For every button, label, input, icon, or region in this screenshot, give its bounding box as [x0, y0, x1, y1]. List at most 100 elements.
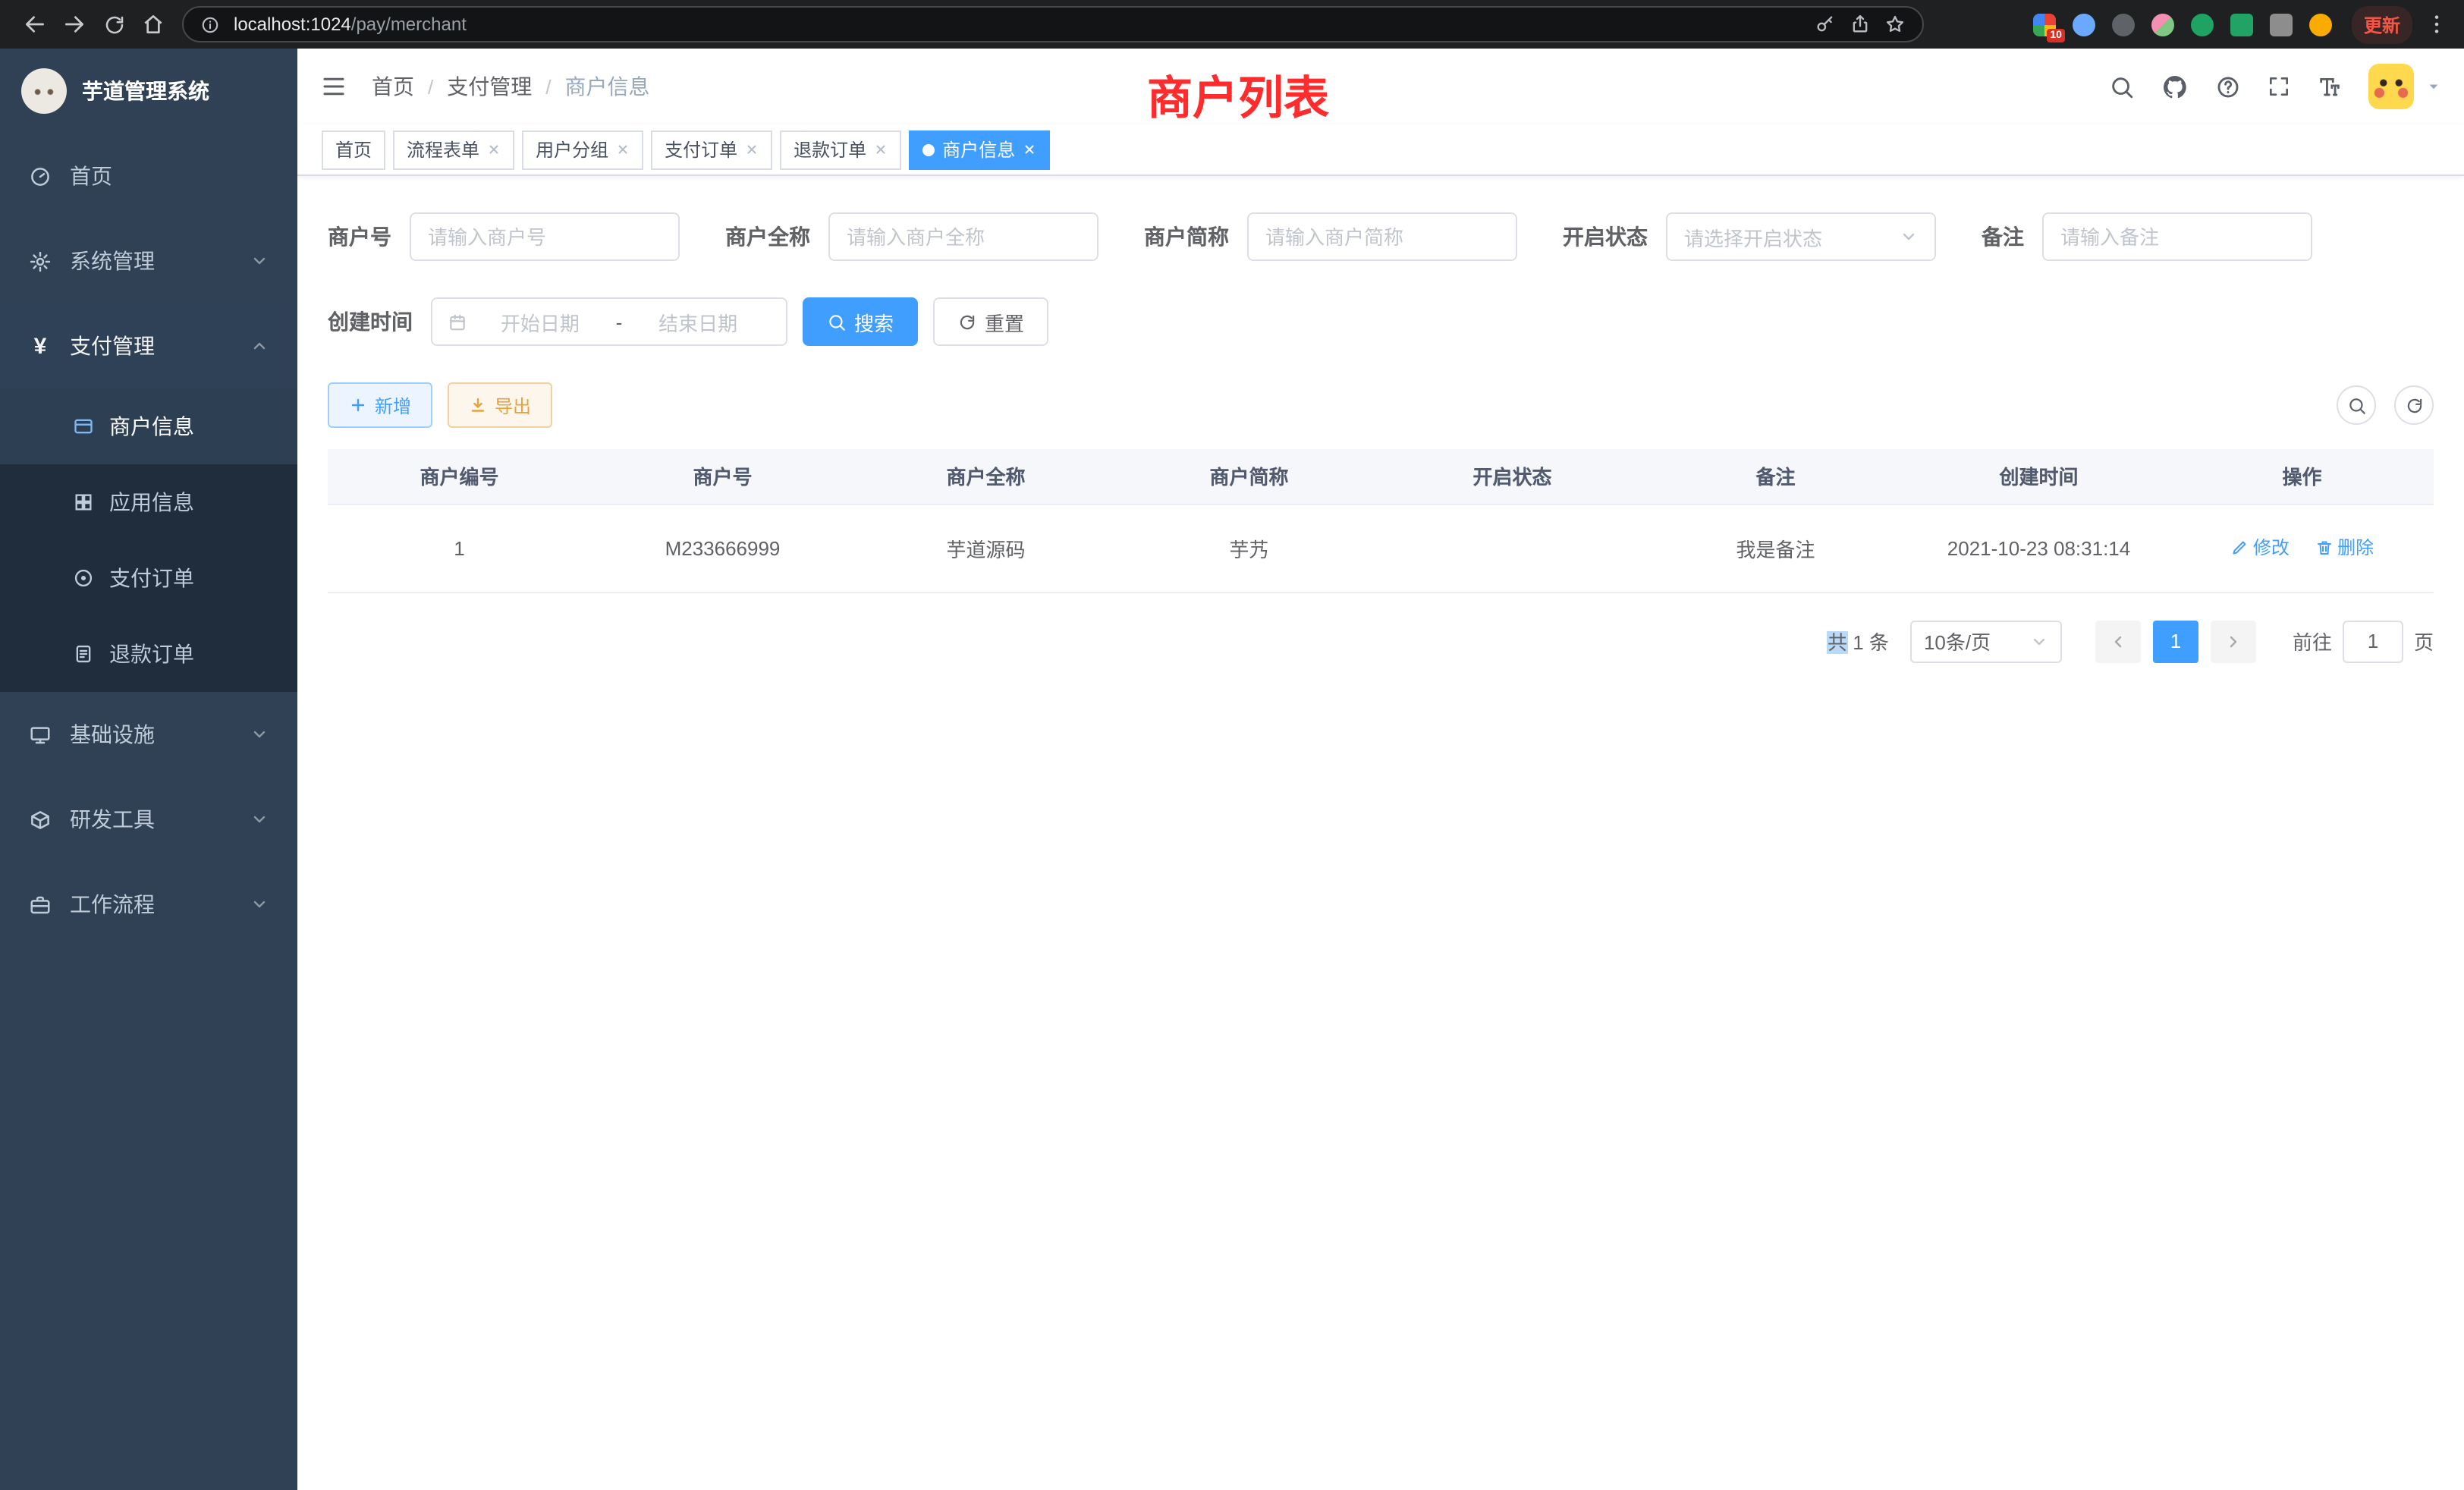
extension-icon[interactable] — [2151, 13, 2174, 36]
page-unit-label: 页 — [2414, 627, 2434, 655]
remark-input[interactable] — [2060, 225, 2294, 248]
tab-user-group[interactable]: 用户分组 — [522, 130, 643, 169]
delete-link-label: 删除 — [2337, 535, 2374, 561]
browser-menu-icon[interactable] — [2425, 12, 2449, 36]
app-logo[interactable]: 芋道管理系统 — [0, 49, 297, 134]
page-size-select[interactable]: 10条/页 — [1910, 620, 2062, 662]
tab-merchant-info[interactable]: 商户信息 — [909, 130, 1050, 169]
merchant-no-input[interactable] — [428, 225, 662, 248]
filter-full-name: 商户全称 — [725, 212, 1098, 261]
table-header-row: 商户编号 商户号 商户全称 商户简称 开启状态 备注 创建时间 操作 — [328, 449, 2434, 504]
breadcrumb-separator: / — [428, 75, 433, 98]
user-avatar[interactable] — [2368, 64, 2414, 109]
tab-home[interactable]: 首页 — [322, 130, 385, 169]
close-icon[interactable] — [745, 143, 759, 156]
address-bar[interactable]: localhost:1024/pay/merchant — [182, 6, 1924, 42]
col-status: 开启状态 — [1381, 449, 1644, 504]
back-button[interactable] — [15, 5, 55, 44]
create-time-range-picker[interactable]: 开始日期 - 结束日期 — [431, 297, 787, 346]
extension-icon[interactable] — [2309, 13, 2332, 36]
sidebar-item-label: 基础设施 — [70, 719, 155, 750]
edit-link-label: 修改 — [2253, 535, 2290, 561]
back-icon — [23, 12, 47, 36]
chevron-down-icon — [250, 725, 269, 743]
search-icon — [2346, 395, 2366, 415]
fullscreen-icon[interactable] — [2267, 74, 2291, 99]
edit-link[interactable]: 修改 — [2230, 535, 2290, 561]
chrome-update-button[interactable]: 更新 — [2352, 5, 2412, 43]
extension-icon[interactable] — [2073, 13, 2095, 36]
status-select[interactable]: 请选择开启状态 — [1666, 212, 1936, 261]
hamburger-icon[interactable] — [320, 73, 347, 100]
close-icon[interactable] — [487, 143, 501, 156]
caret-down-icon[interactable] — [2426, 79, 2441, 94]
home-button[interactable] — [134, 5, 173, 44]
sidebar-item-payment[interactable]: ¥ 支付管理 — [0, 303, 297, 388]
refresh-icon — [2404, 395, 2424, 415]
forward-button[interactable] — [55, 5, 94, 44]
breadcrumb: 首页 / 支付管理 / 商户信息 — [372, 71, 650, 102]
close-icon[interactable] — [616, 143, 630, 156]
export-button-label: 导出 — [495, 392, 531, 418]
extension-icon[interactable] — [2191, 13, 2214, 36]
refresh-table-button[interactable] — [2394, 385, 2434, 425]
search-icon[interactable] — [2109, 74, 2135, 99]
filter-row-1: 商户号 商户全称 商户简称 开启状态 请选择开启状态 — [328, 212, 2434, 261]
search-button[interactable]: 搜索 — [803, 297, 918, 346]
sidebar-item-pay-order[interactable]: 支付订单 — [0, 540, 297, 616]
sidebar-item-workflow[interactable]: 工作流程 — [0, 862, 297, 947]
chevron-up-icon — [250, 337, 269, 355]
sidebar-item-label: 工作流程 — [70, 889, 155, 919]
sidebar-item-infrastructure[interactable]: 基础设施 — [0, 692, 297, 777]
col-create-time: 创建时间 — [1907, 449, 2170, 504]
sidebar-item-devtools[interactable]: 研发工具 — [0, 777, 297, 862]
prev-page-button[interactable] — [2095, 620, 2141, 662]
search-button-label: 搜索 — [854, 307, 894, 336]
export-button[interactable]: 导出 — [448, 382, 552, 428]
cell-status — [1381, 504, 1644, 592]
github-icon[interactable] — [2161, 72, 2189, 101]
extension-icon[interactable]: 10 — [2033, 13, 2056, 36]
dashboard-icon — [29, 165, 52, 187]
calendar-icon — [448, 312, 467, 332]
password-key-icon[interactable] — [1815, 14, 1836, 35]
help-icon[interactable] — [2215, 74, 2241, 99]
close-icon[interactable] — [874, 143, 888, 156]
sidebar-item-app-info[interactable]: 应用信息 — [0, 464, 297, 540]
tab-refund-order[interactable]: 退款订单 — [780, 130, 901, 169]
toggle-search-button[interactable] — [2337, 385, 2376, 425]
reload-button[interactable] — [94, 5, 134, 44]
share-icon[interactable] — [1850, 14, 1871, 35]
close-icon[interactable] — [1023, 143, 1036, 156]
delete-link[interactable]: 删除 — [2315, 535, 2374, 561]
tab-pay-order[interactable]: 支付订单 — [651, 130, 772, 169]
chevron-down-icon — [2030, 632, 2048, 650]
reset-button[interactable]: 重置 — [933, 297, 1048, 346]
box-icon — [29, 808, 52, 831]
extension-icon[interactable] — [2230, 13, 2253, 36]
sidebar-item-home[interactable]: 首页 — [0, 134, 297, 218]
sidebar-item-refund-order[interactable]: 退款订单 — [0, 616, 297, 692]
bookmark-star-icon[interactable] — [1884, 14, 1906, 35]
filter-short-name: 商户简称 — [1144, 212, 1517, 261]
extension-badge: 10 — [2047, 28, 2065, 42]
goto-page-input[interactable] — [2343, 620, 2403, 662]
sidebar-item-system[interactable]: 系统管理 — [0, 218, 297, 303]
filter-create-time: 创建时间 开始日期 - 结束日期 — [328, 297, 787, 346]
next-page-button[interactable] — [2211, 620, 2256, 662]
breadcrumb-home[interactable]: 首页 — [372, 71, 414, 102]
chevron-right-icon — [2224, 632, 2242, 650]
add-button[interactable]: 新增 — [328, 382, 432, 428]
active-tab-dot — [922, 143, 935, 156]
extension-icon[interactable] — [2112, 13, 2135, 36]
site-info-icon[interactable] — [200, 14, 220, 34]
sidebar-item-merchant-info[interactable]: 商户信息 — [0, 388, 297, 464]
short-name-input[interactable] — [1265, 225, 1499, 248]
font-size-icon[interactable] — [2317, 74, 2343, 99]
page-button-1[interactable]: 1 — [2153, 620, 2198, 662]
table-row: 1 M233666999 芋道源码 芋艿 我是备注 2021-10-23 08:… — [328, 504, 2434, 592]
breadcrumb-payment[interactable]: 支付管理 — [447, 71, 532, 102]
tab-process-form[interactable]: 流程表单 — [393, 130, 514, 169]
full-name-input[interactable] — [847, 225, 1080, 248]
extension-icon[interactable] — [2270, 13, 2293, 36]
